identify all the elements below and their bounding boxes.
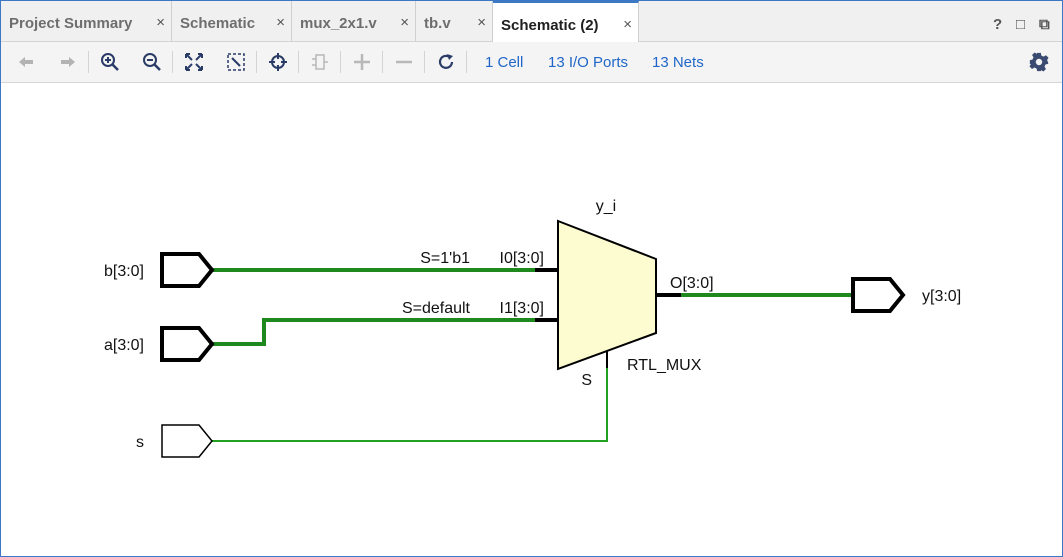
toolbar-separator xyxy=(88,51,89,73)
net-s[interactable] xyxy=(212,368,608,442)
port-label-y: y[3:0] xyxy=(922,288,961,305)
cells-link[interactable]: 1 Cell xyxy=(485,54,523,71)
tab-schematic[interactable]: Schematic × xyxy=(172,1,292,41)
tab-bar: Project Summary × Schematic × mux_2x1.v … xyxy=(1,1,1062,42)
nets-link[interactable]: 13 Nets xyxy=(652,54,704,71)
close-icon[interactable]: × xyxy=(276,14,285,31)
refresh-icon[interactable] xyxy=(434,50,458,74)
toolbar-separator xyxy=(298,51,299,73)
input-port-a[interactable] xyxy=(160,326,215,362)
net-condition-i0: S=1'b1 xyxy=(420,250,470,267)
toolbar-separator xyxy=(424,51,425,73)
zoom-area-icon[interactable] xyxy=(224,50,248,74)
tab-mux-2x1-v[interactable]: mux_2x1.v × xyxy=(292,1,416,41)
toolbar-separator xyxy=(340,51,341,73)
tab-schematic-2[interactable]: Schematic (2) × xyxy=(493,1,639,42)
input-port-b[interactable] xyxy=(160,252,215,288)
cell-icon[interactable] xyxy=(308,50,332,74)
toolbar-separator xyxy=(466,51,467,73)
zoom-out-icon[interactable] xyxy=(140,50,164,74)
cell-type-label: RTL_MUX xyxy=(627,357,702,374)
schematic-canvas[interactable]: b[3:0] a[3:0] s y[3:0] y_i RTL_MUX I0[3:… xyxy=(1,83,1062,556)
toolbar-separator xyxy=(172,51,173,73)
toolbar: 1 Cell 13 I/O Ports 13 Nets xyxy=(1,42,1062,83)
gear-icon[interactable] xyxy=(1028,51,1050,73)
zoom-in-icon[interactable] xyxy=(98,50,122,74)
tab-project-summary[interactable]: Project Summary × xyxy=(1,1,172,41)
pin-label-i1: I1[3:0] xyxy=(500,300,544,317)
port-label-a: a[3:0] xyxy=(104,337,144,354)
back-arrow-icon[interactable] xyxy=(14,50,38,74)
mux-cell[interactable] xyxy=(557,219,657,371)
net-a[interactable] xyxy=(212,318,539,346)
plus-icon[interactable] xyxy=(350,50,374,74)
toolbar-separator xyxy=(382,51,383,73)
pin-label-s: S xyxy=(581,372,592,389)
tab-label: mux_2x1.v xyxy=(300,15,377,32)
help-icon[interactable]: ? xyxy=(993,16,1002,33)
tab-label: tb.v xyxy=(424,15,451,32)
tab-tb-v[interactable]: tb.v × xyxy=(416,1,493,41)
restore-icon[interactable]: □ xyxy=(1016,16,1025,33)
float-icon[interactable]: ⧉ xyxy=(1039,16,1050,33)
close-icon[interactable]: × xyxy=(623,16,632,33)
port-label-s: s xyxy=(136,434,144,451)
tab-label: Project Summary xyxy=(9,15,133,32)
forward-arrow-icon[interactable] xyxy=(56,50,80,74)
zoom-fit-icon[interactable] xyxy=(182,50,206,74)
tab-label: Schematic (2) xyxy=(501,17,599,34)
pin-label-i0: I0[3:0] xyxy=(500,250,544,267)
schematic-window: Project Summary × Schematic × mux_2x1.v … xyxy=(0,0,1063,557)
close-icon[interactable]: × xyxy=(477,14,486,31)
cell-instance-label: y_i xyxy=(596,198,616,215)
port-label-b: b[3:0] xyxy=(104,263,144,280)
output-port-y[interactable] xyxy=(851,277,906,313)
tab-label: Schematic xyxy=(180,15,256,32)
net-condition-i1: S=default xyxy=(402,300,471,317)
io-ports-link[interactable]: 13 I/O Ports xyxy=(548,54,628,71)
crosshair-icon[interactable] xyxy=(266,50,290,74)
close-icon[interactable]: × xyxy=(156,14,165,31)
close-icon[interactable]: × xyxy=(400,14,409,31)
toolbar-separator xyxy=(256,51,257,73)
minus-icon[interactable] xyxy=(392,50,416,74)
input-port-s[interactable] xyxy=(161,424,213,458)
pin-label-o: O[3:0] xyxy=(670,275,714,292)
